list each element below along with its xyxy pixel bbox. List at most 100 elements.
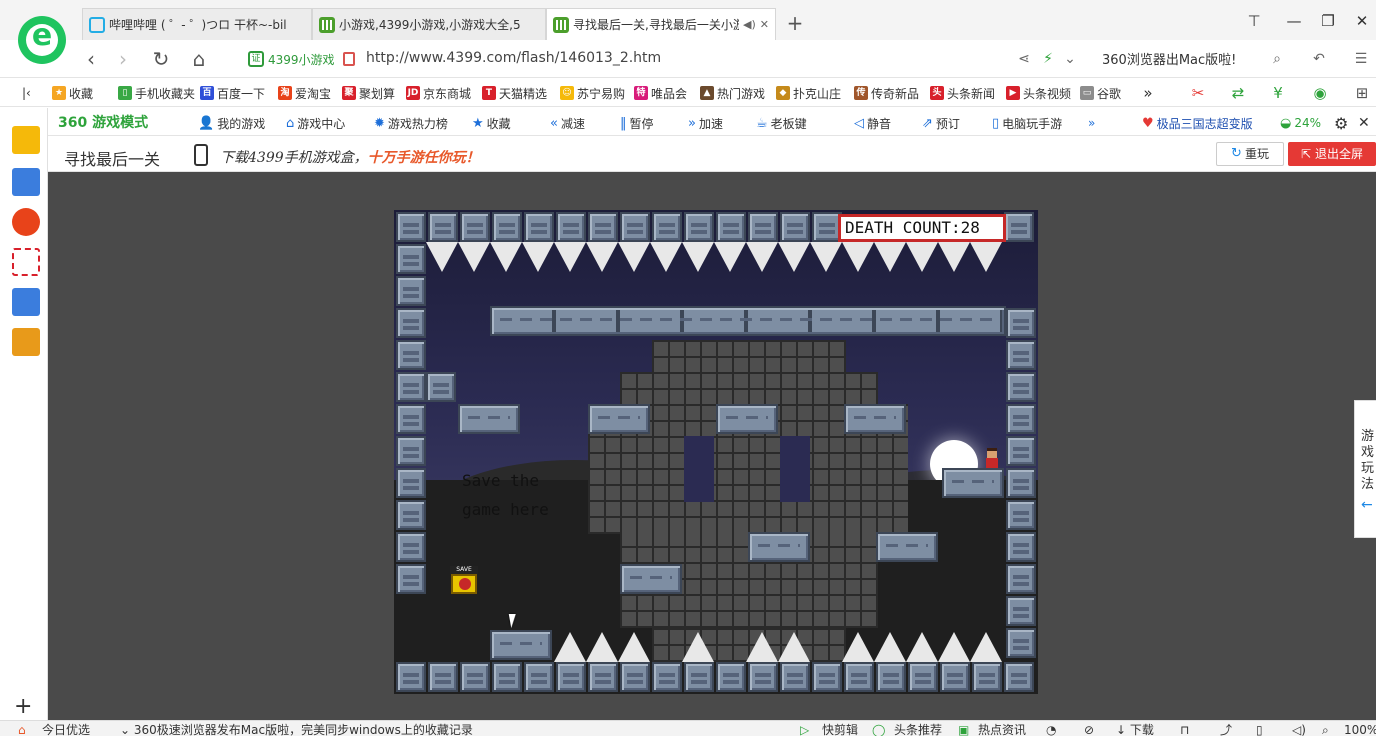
forward-icon[interactable]: › [110,46,136,72]
speed-mode-icon[interactable]: ⚡ [1038,49,1058,69]
site-verified-badge[interactable]: 证 4399小游戏 [248,50,335,68]
tab-bilibili[interactable]: 哔哩哔哩 ( ゜- ゜)つロ 干杯~-bil [82,8,312,40]
search-icon[interactable]: ⌕ [1266,49,1288,69]
save-point[interactable]: SAVE [450,566,478,596]
game-tool-10[interactable]: ▯ 电脑玩手游 [992,114,1062,132]
gamepad-icon[interactable]: ◉ [1310,83,1330,103]
bookmark-item[interactable]: 百百度一下 [200,84,265,102]
close-game-mode-icon[interactable]: ✕ [1358,114,1370,132]
tool-icon[interactable]: ◔ [1046,722,1056,736]
money-icon[interactable]: ¥ [1268,83,1288,103]
weibo-icon[interactable] [12,208,40,236]
game-tool-6[interactable]: » 加速 [688,114,723,132]
new-tab-icon[interactable]: + [784,12,806,36]
maximize-icon[interactable]: ❐ [1318,11,1338,31]
favorites-icon[interactable] [12,126,40,154]
bookmark-item[interactable]: 头头条新闻 [930,84,995,102]
quick-clip-link[interactable]: 快剪辑 [822,722,858,736]
today-picks[interactable]: 今日优选 [42,722,90,736]
layout-icon[interactable]: ⊓ [1180,722,1189,736]
game-tool-8[interactable]: ◁ 静音 [854,114,891,132]
headline-rec-link[interactable]: 头条推荐 [894,722,942,736]
shirt-skin-icon[interactable]: ⊤ [1244,11,1264,31]
mac-promo-link[interactable]: 360浏览器出Mac版啦! [1102,49,1236,68]
chevron-down-icon[interactable]: ⌄ [1060,49,1080,69]
translate-icon[interactable]: ⇄ [1228,83,1248,103]
close-tab-icon[interactable]: ✕ [760,18,769,31]
novel-icon[interactable] [12,328,40,356]
bookmark-item[interactable]: ▯ 手机收藏夹 [118,84,195,102]
game-tool-4[interactable]: «减速 [550,114,585,132]
bookmark-item[interactable]: ▶ 头条视频 [1006,84,1071,102]
bookmark-item[interactable]: 聚聚划算 [342,84,395,102]
game-tool-1[interactable]: ⌂ 游戏中心 [286,114,345,132]
apps-icon[interactable]: ⊞ [1352,83,1372,103]
zoom-level[interactable]: 100% [1344,722,1376,736]
clip-icon[interactable]: ⤴ [1220,722,1232,736]
bookmark-item[interactable]: ▭ 谷歌 [1080,84,1121,102]
bookmark-item[interactable]: 传传奇新品 [854,84,919,102]
pin-icon[interactable]: ⊘ [1084,722,1094,736]
download-link[interactable]: ↓ 下载 [1116,722,1154,736]
url-input[interactable]: http://www.4399.com/flash/146013_2.htm [366,50,661,66]
settings-gear-icon[interactable]: ⚙ [1334,114,1348,133]
game-tool-7[interactable]: ☕ 老板键 [756,114,807,132]
game-tool-3[interactable]: ★ 收藏 [472,114,511,132]
game-tool-0[interactable]: 👤 我的游戏 [198,114,265,132]
bookmark-icon: JD [406,86,420,100]
game-tool-2[interactable]: ✹ 游戏热力榜 [374,114,448,132]
notes-icon[interactable] [12,288,40,316]
menu-icon[interactable]: ☰ [1350,49,1372,69]
game-guide-panel[interactable]: 游戏玩法 ← [1354,400,1376,538]
news-ticker[interactable]: ⌄ 360极速浏览器发布Mac版啦，完美同步windows上的收藏记录 [120,722,473,736]
game-canvas[interactable]: DEATH COUNT:28 Save the game here SAVE [394,210,1038,694]
minimize-icon[interactable]: — [1284,11,1304,31]
bookmark-item[interactable]: 特唯品会 [634,84,687,102]
mail-icon[interactable] [12,248,40,276]
exit-fullscreen-button[interactable]: ⇱ 退出全屏 [1288,142,1376,166]
reading-list-icon[interactable] [12,168,40,196]
stone-block [812,662,842,692]
stone-block [780,212,810,242]
bookmark-item[interactable]: ☺ 苏宁易购 [560,84,625,102]
back-icon[interactable]: ‹ [78,46,104,72]
close-window-icon[interactable]: ✕ [1352,11,1372,31]
tab-current-game[interactable]: 寻找最后一关,寻找最后一关小游戏,在线玩,4 ◀) ✕ [546,8,776,40]
bookmark-item[interactable]: ▲ 热门游戏 [700,84,765,102]
verified-shield-icon: 证 [248,51,264,67]
tab-title: 哔哩哔哩 ( ゜- ゜)つロ 干杯~-bil [109,18,287,32]
zoom-icon[interactable]: ⌕ [1322,722,1329,736]
window-icon[interactable]: ▯ [1256,722,1263,736]
game-promo-link[interactable]: ♥ 极品三国志超变版 [1142,114,1253,132]
stone-block [396,244,426,274]
scissors-icon[interactable]: ✂ [1188,83,1208,103]
volume-icon[interactable]: ◁) [1292,722,1306,736]
mute-tab-icon[interactable]: ◀) [743,18,756,31]
bookmark-item[interactable]: ★ 收藏 [52,84,93,102]
refresh-icon[interactable]: ↻ [148,46,174,72]
browser-logo-icon[interactable] [18,16,66,64]
hot-info-link[interactable]: 热点资讯 [978,722,1026,736]
game-tool-5[interactable]: ‖ 暂停 [620,114,654,132]
bookmark-item[interactable]: 淘爱淘宝 [278,84,331,102]
bookmark-item[interactable]: ◆ 扑克山庄 [776,84,841,102]
game-tools-more-icon[interactable]: » [1088,114,1095,132]
share-icon[interactable]: ⋖ [1014,49,1034,69]
home-icon[interactable]: ⌂ [186,46,212,72]
undo-icon[interactable]: ↶ [1308,49,1330,69]
stone-block [556,662,586,692]
cpu-usage[interactable]: ◒ 24% [1280,114,1321,132]
replay-button[interactable]: ↻ 重玩 [1216,142,1284,166]
game-tool-9[interactable]: ⇗ 预订 [922,114,960,132]
add-sidebar-icon[interactable]: + [14,696,32,718]
save-label: SAVE [450,566,478,574]
bookmarks-more-icon[interactable]: » [1138,83,1158,103]
bookmark-item[interactable]: T 天猫精选 [482,84,547,102]
app-download-ad[interactable]: 下载4399手机游戏盒，十万手游任你玩！ [220,147,480,167]
tab-4399-home[interactable]: 小游戏,4399小游戏,小游戏大全,5 [312,8,546,40]
bookmarks-toggle-icon[interactable]: |‹ [22,84,31,102]
castle-window [684,436,714,502]
bookmark-item[interactable]: JD 京东商城 [406,84,471,102]
quick-clip-icon: ▷ [800,723,810,736]
security-warning-icon[interactable] [343,52,355,66]
